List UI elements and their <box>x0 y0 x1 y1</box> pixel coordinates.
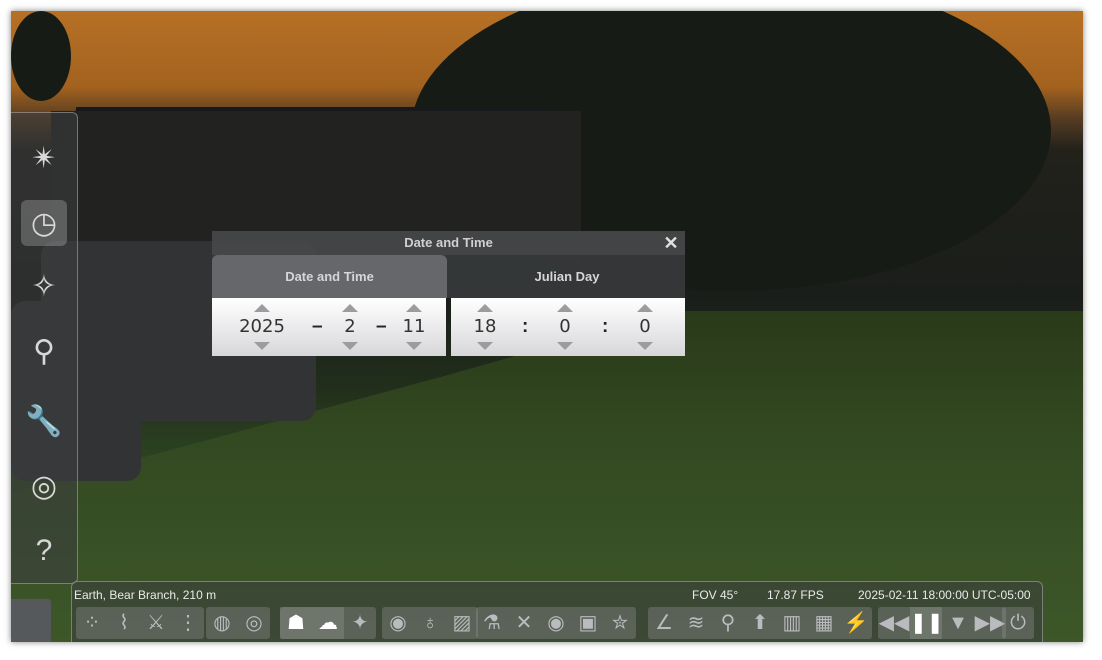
configuration-button[interactable]: 🔧 <box>21 398 67 444</box>
telescope-control-button[interactable]: ▦ <box>808 607 840 639</box>
view-tool-group: ⚗ ✕ ◉ ▣ ✮ <box>476 607 636 639</box>
landscape-tool-group: ☗ ☁ ✦ <box>280 607 376 639</box>
datetime-label: 2025-02-11 18:00:00 UTC-05:00 <box>858 588 1031 602</box>
clock-icon: ◷ <box>30 206 58 240</box>
quit-group: ⏻ <box>1002 607 1034 639</box>
second-spinner[interactable]: 0 <box>615 298 675 356</box>
day-decrement-arrow-icon[interactable] <box>406 342 422 350</box>
satellites-button[interactable]: ⚡ <box>840 607 872 639</box>
angle-measure-button[interactable]: ∠ <box>648 607 680 639</box>
dock-handle[interactable] <box>11 599 51 642</box>
time-control-group: ◀◀ ❚❚ ▼ ▶▶ <box>878 607 1006 639</box>
pause-button[interactable]: ❚❚ <box>910 607 944 639</box>
constellation-boundaries-button[interactable]: ⋮ <box>172 607 204 639</box>
date-time-dialog: Date and Time ✕ Date and Time Julian Day… <box>212 231 685 356</box>
close-button[interactable]: ✕ <box>661 233 681 253</box>
month-increment-arrow-icon[interactable] <box>342 304 358 312</box>
constellation-tool-group: ⁘ ⌇ ⚔ ⋮ <box>76 607 204 639</box>
ground-button[interactable]: ☗ <box>280 607 312 639</box>
minute-spinner[interactable]: 0 <box>535 298 595 356</box>
search-icon: ⚲ <box>33 334 55 368</box>
night-mode-button[interactable]: ◉ <box>540 607 572 639</box>
month-value[interactable]: 2 <box>320 316 380 337</box>
eyepiece-button[interactable]: ▥ <box>776 607 808 639</box>
stellarium-window: ✴ ◷ ✧ ⚲ 🔧 ◎ ? Date and Time ✕ Date and T… <box>11 11 1083 642</box>
dialog-titlebar[interactable]: Date and Time ✕ <box>212 231 685 255</box>
fps-label: 17.87 FPS <box>767 588 824 602</box>
dso-images-button[interactable]: ▨ <box>446 607 478 639</box>
help-button[interactable]: ? <box>21 528 67 574</box>
decrease-time-speed-button[interactable]: ◀◀ <box>878 607 910 639</box>
minute-decrement-arrow-icon[interactable] <box>557 342 573 350</box>
day-value[interactable]: 11 <box>384 316 444 337</box>
time-panel: 18 : 0 : 0 <box>451 298 685 356</box>
planet-labels-button[interactable]: ♁ <box>414 607 446 639</box>
close-icon: ✕ <box>663 233 679 253</box>
date-time-button[interactable]: ◷ <box>21 200 67 246</box>
plugins-tool-group: ∠ ≋ ⚲ ⬆ ▥ ▦ ⚡ <box>648 607 872 639</box>
astronomical-calculations-button[interactable]: ✧ <box>21 263 67 309</box>
date-panel: 2025 – 2 – 11 <box>212 298 446 356</box>
equatorial-grid-button[interactable]: ◍ <box>206 607 238 639</box>
constellation-art-button[interactable]: ⚔ <box>140 607 172 639</box>
year-value[interactable]: 2025 <box>232 316 292 337</box>
constellation-labels-button[interactable]: ⌇ <box>108 607 140 639</box>
year-spinner[interactable]: 2025 <box>232 298 292 356</box>
atmosphere-button[interactable]: ☁ <box>312 607 344 639</box>
second-decrement-arrow-icon[interactable] <box>637 342 653 350</box>
dialog-title: Date and Time <box>404 235 493 250</box>
bottom-toolbar: Earth, Bear Branch, 210 m FOV 45° 17.87 … <box>71 581 1043 642</box>
full-screen-button[interactable]: ▣ <box>572 607 604 639</box>
astronomical-calculations-icon: ✧ <box>31 269 57 303</box>
search-button[interactable]: ⚲ <box>21 328 67 374</box>
year-decrement-arrow-icon[interactable] <box>254 342 270 350</box>
objects-tool-group: ◉ ♁ ▨ <box>382 607 478 639</box>
day-increment-arrow-icon[interactable] <box>406 304 422 312</box>
tab-date-and-time[interactable]: Date and Time <box>212 255 447 298</box>
month-decrement-arrow-icon[interactable] <box>342 342 358 350</box>
fov-label: FOV 45° <box>692 588 739 602</box>
search-tool-button[interactable]: ⚲ <box>712 607 744 639</box>
day-spinner[interactable]: 11 <box>384 298 444 356</box>
sky-and-viewing-options-icon: ✴ <box>31 141 57 175</box>
hour-increment-arrow-icon[interactable] <box>477 304 493 312</box>
azimuthal-grid-button[interactable]: ◎ <box>238 607 270 639</box>
left-toolbar: ✴ ◷ ✧ ⚲ 🔧 ◎ ? <box>11 112 78 584</box>
second-value[interactable]: 0 <box>615 316 675 337</box>
second-increment-arrow-icon[interactable] <box>637 304 653 312</box>
time-separator: : <box>522 316 529 337</box>
mount-mode-button[interactable]: ⚗ <box>476 607 508 639</box>
dialog-tabs: Date and Time Julian Day <box>212 255 685 298</box>
sky-and-viewing-options-button[interactable]: ✴ <box>21 135 67 181</box>
observatory-button[interactable]: ◎ <box>21 463 67 509</box>
meteor-showers-button[interactable]: ≋ <box>680 607 712 639</box>
observatory-icon: ◎ <box>30 469 58 503</box>
altitude-button[interactable]: ⬆ <box>744 607 776 639</box>
bookmarks-button[interactable]: ✮ <box>604 607 636 639</box>
month-spinner[interactable]: 2 <box>320 298 380 356</box>
year-increment-arrow-icon[interactable] <box>254 304 270 312</box>
grid-tool-group: ◍ ◎ <box>206 607 270 639</box>
hour-spinner[interactable]: 18 <box>455 298 515 356</box>
time-separator: : <box>602 316 609 337</box>
help-icon: ? <box>35 534 53 567</box>
cardinal-points-button[interactable]: ✦ <box>344 607 376 639</box>
deep-sky-objects-button[interactable]: ◉ <box>382 607 414 639</box>
tab-julian-day[interactable]: Julian Day <box>449 255 685 298</box>
wrench-icon: 🔧 <box>25 404 63 438</box>
minute-increment-arrow-icon[interactable] <box>557 304 573 312</box>
set-time-now-button[interactable]: ▼ <box>942 607 974 639</box>
center-selected-button[interactable]: ✕ <box>508 607 540 639</box>
hour-decrement-arrow-icon[interactable] <box>477 342 493 350</box>
quit-button[interactable]: ⏻ <box>1002 607 1034 639</box>
hour-value[interactable]: 18 <box>455 316 515 337</box>
constellation-lines-button[interactable]: ⁘ <box>76 607 108 639</box>
location-label: Earth, Bear Branch, 210 m <box>74 588 217 602</box>
minute-value[interactable]: 0 <box>535 316 595 337</box>
